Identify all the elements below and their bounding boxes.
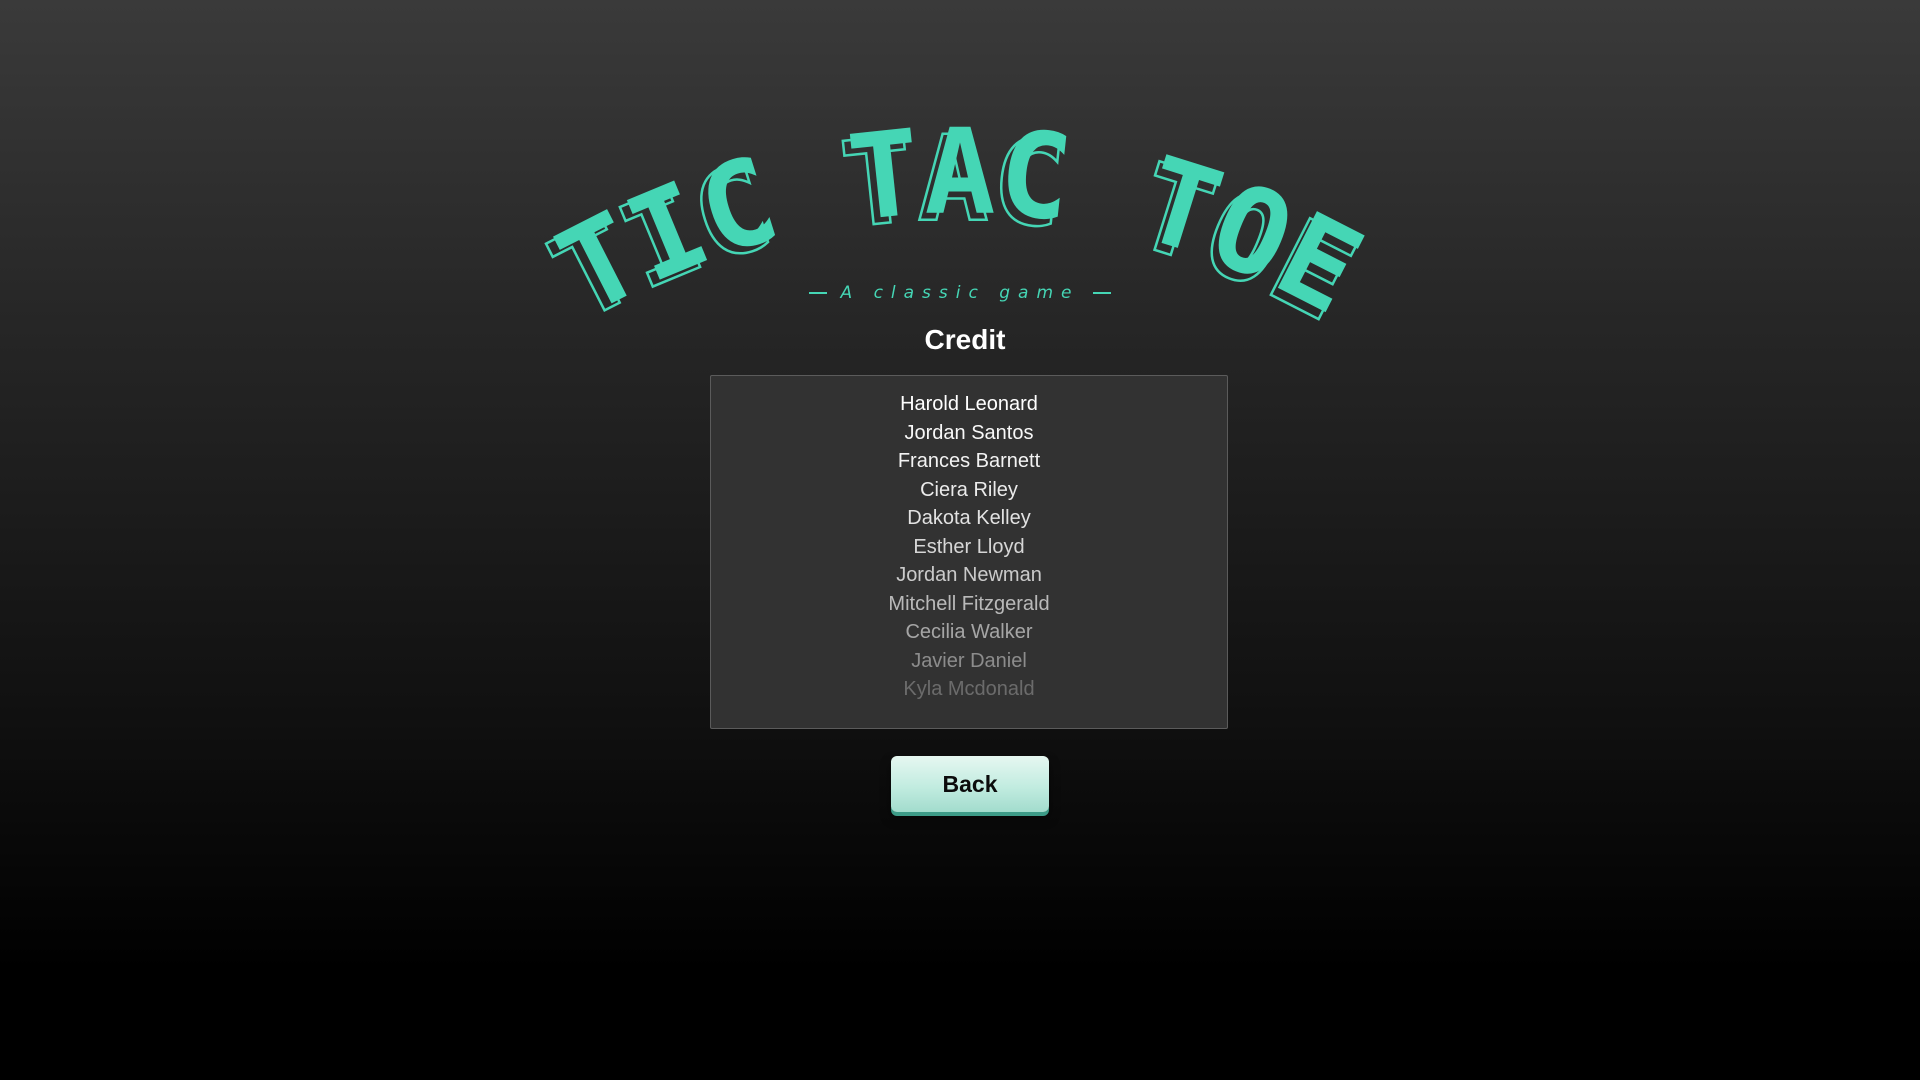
credit-name: Mitchell Fitzgerald	[888, 592, 1050, 615]
credit-name: Cecilia Walker	[905, 621, 1033, 643]
credit-name: Jordan Newman	[896, 564, 1042, 586]
subtitle-right-rule	[1093, 292, 1111, 294]
page-title: Credit	[924, 324, 1006, 355]
game-logo: TIC TAC TOE TIC TAC TOE	[529, 103, 1382, 350]
credit-name: Frances Barnett	[897, 450, 1041, 472]
back-button[interactable]: Back	[891, 756, 1049, 812]
credit-name: Harold Leonard	[900, 393, 1038, 415]
credits-screen: TIC TAC TOE TIC TAC TOE A classic game C…	[0, 0, 1920, 1080]
credit-name: Jordan Santos	[904, 421, 1034, 444]
logo-subtitle: A classic game	[840, 283, 1080, 303]
credit-name: Kyla Mcdonald	[903, 678, 1035, 700]
credit-name: Dakota Kelley	[907, 507, 1031, 529]
credit-name: Ciera Riley	[920, 478, 1018, 501]
credit-name: Javier Daniel	[911, 649, 1027, 672]
logo-wordmark: TIC TAC TOE TIC TAC TOE	[529, 103, 1382, 349]
credit-name: Esther Lloyd	[913, 535, 1025, 558]
credits-list: Harold Leonard Jordan Santos Frances Bar…	[711, 390, 1227, 704]
subtitle-left-rule	[809, 292, 827, 294]
credits-panel[interactable]: Harold Leonard Jordan Santos Frances Bar…	[710, 375, 1228, 729]
logo-subtitle-row: A classic game	[795, 280, 1125, 306]
